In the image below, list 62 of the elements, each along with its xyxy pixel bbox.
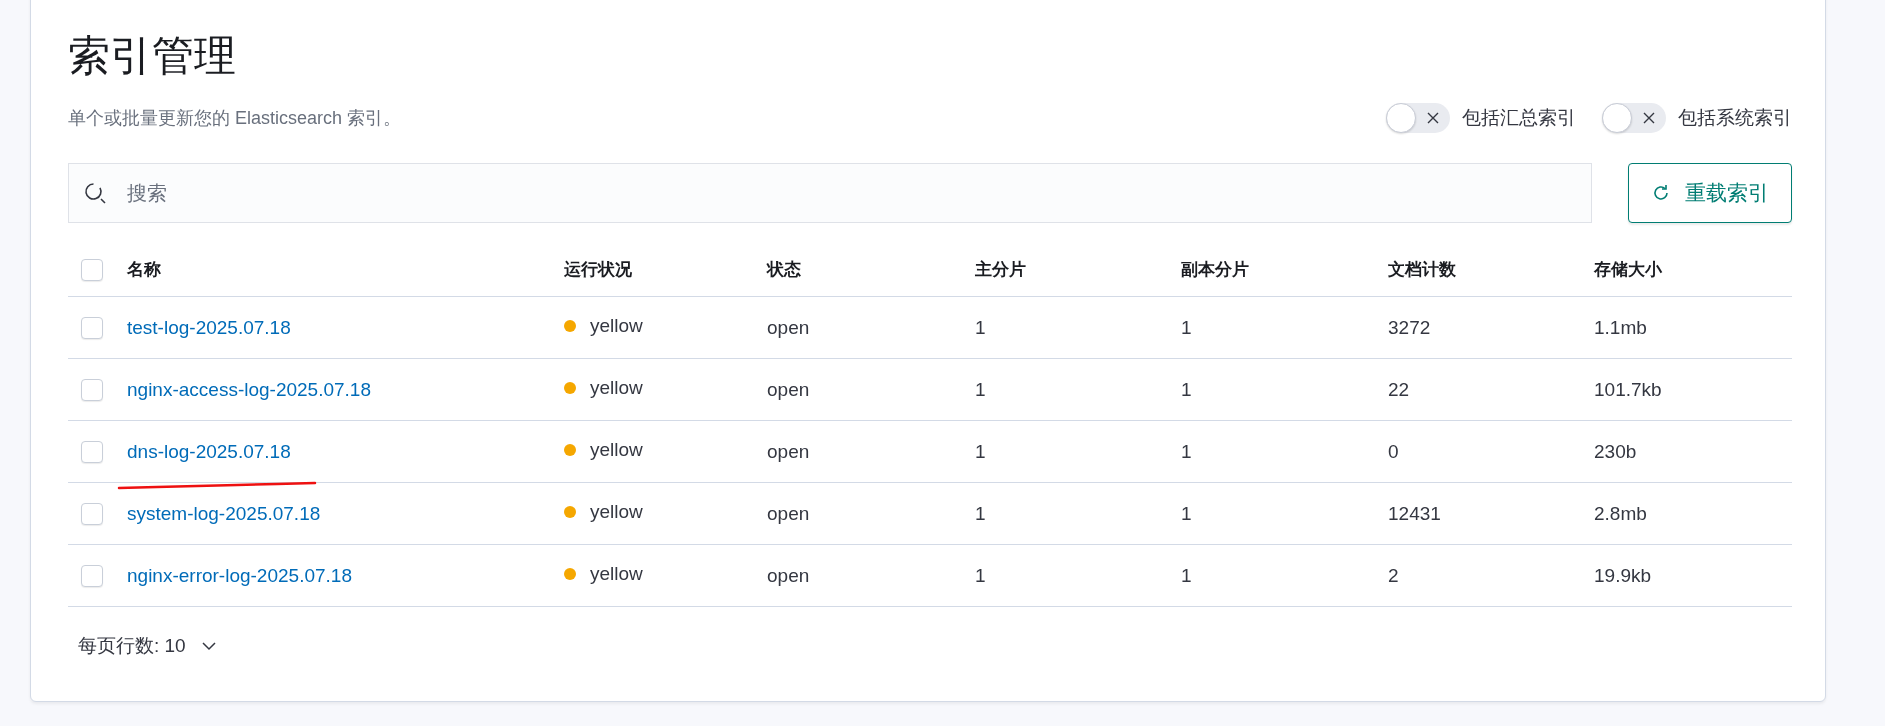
reload-button[interactable]: 重载索引 [1628, 163, 1792, 223]
health-text: yellow [590, 438, 643, 461]
checkbox[interactable] [81, 316, 103, 339]
column-header[interactable]: 主分片 [975, 258, 1026, 281]
table-cell: 3272 [1388, 316, 1431, 339]
table-cell: 1 [1181, 502, 1192, 525]
health-text: yellow [590, 376, 643, 399]
table-cell: open [767, 440, 810, 463]
column-header[interactable]: 名称 [127, 258, 161, 281]
table-cell: 1 [1181, 564, 1192, 587]
table-cell: 12431 [1388, 502, 1441, 525]
toggle-switch[interactable] [1386, 103, 1450, 133]
column-header[interactable]: 状态 [767, 258, 801, 281]
table-cell: open [767, 564, 810, 587]
table-cell: 19.9kb [1594, 564, 1652, 587]
checkbox[interactable] [81, 378, 103, 401]
health-text: yellow [590, 562, 643, 585]
index-link[interactable]: dns-log-2025.07.18 [127, 440, 291, 463]
table-cell: 101.7kb [1594, 378, 1662, 401]
table-cell: 1 [1181, 316, 1192, 339]
table-cell: 22 [1388, 378, 1410, 401]
chevron-down-icon [201, 639, 216, 653]
table-cell: 1 [975, 502, 986, 525]
toggle-label: 包括系统索引 [1678, 106, 1792, 130]
x-icon [1426, 111, 1440, 125]
rows-per-page-button[interactable]: 每页行数: 10 [78, 633, 216, 659]
health-text: yellow [590, 500, 643, 523]
toggle-label: 包括汇总索引 [1462, 106, 1576, 130]
table-cell: 1 [975, 564, 986, 587]
table-cell: open [767, 316, 810, 339]
index-link[interactable]: system-log-2025.07.18 [127, 502, 321, 525]
column-header[interactable]: 存储大小 [1594, 258, 1662, 281]
column-header[interactable]: 副本分片 [1181, 258, 1249, 281]
table-cell: 230b [1594, 440, 1637, 463]
table-cell: 1 [975, 378, 986, 401]
search-field[interactable]: 搜索 [68, 163, 1592, 223]
page-title: 索引管理 [68, 31, 237, 81]
table-cell: 1 [1181, 378, 1192, 401]
checkbox[interactable] [81, 440, 103, 463]
table-cell: 1.1mb [1594, 316, 1647, 339]
index-link[interactable]: nginx-access-log-2025.07.18 [127, 378, 371, 401]
table-cell: open [767, 502, 810, 525]
toggle-switch[interactable] [1602, 103, 1666, 133]
checkbox[interactable] [81, 564, 103, 587]
search-icon [84, 182, 106, 204]
table-cell: 0 [1388, 440, 1399, 463]
index-link[interactable]: test-log-2025.07.18 [127, 316, 291, 339]
column-header[interactable]: 运行状况 [564, 258, 632, 281]
x-icon [1642, 111, 1656, 125]
page-description: 单个或批量更新您的 Elasticsearch 索引。 [68, 107, 402, 130]
table-cell: 1 [975, 440, 986, 463]
column-header[interactable]: 文档计数 [1388, 258, 1456, 281]
refresh-icon [1651, 183, 1671, 203]
checkbox[interactable] [81, 502, 103, 525]
health-text: yellow [590, 314, 643, 337]
index-link[interactable]: nginx-error-log-2025.07.18 [127, 564, 352, 587]
table-cell: 1 [1181, 440, 1192, 463]
table-cell: 2 [1388, 564, 1399, 587]
table-cell: 1 [975, 316, 986, 339]
table-cell: 2.8mb [1594, 502, 1647, 525]
table-cell: open [767, 378, 810, 401]
checkbox[interactable] [81, 258, 103, 281]
